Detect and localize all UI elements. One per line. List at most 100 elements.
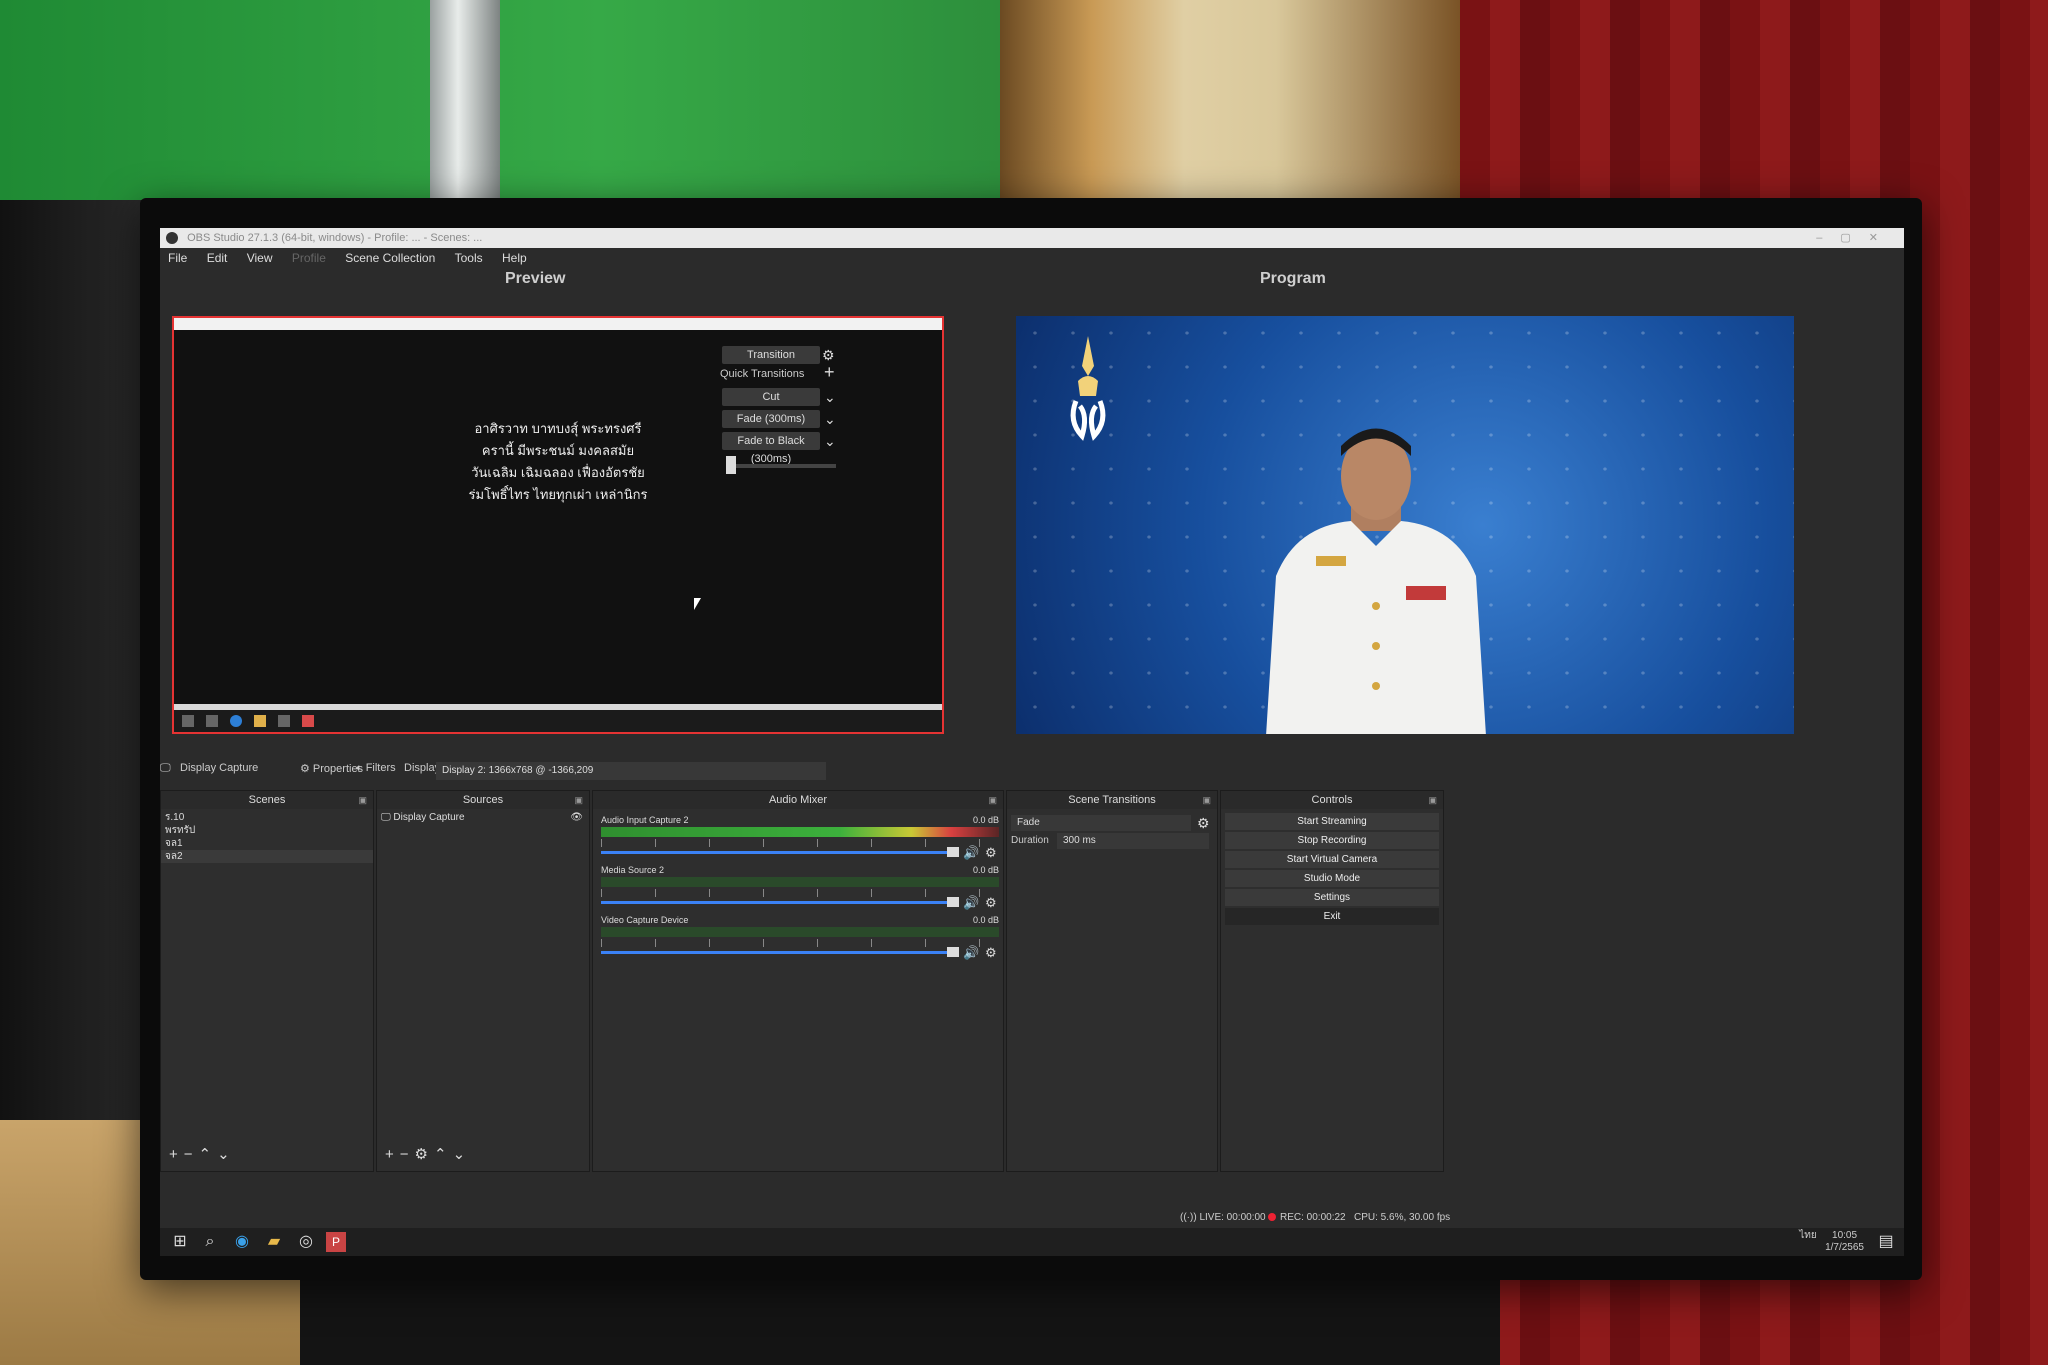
properties-button[interactable]: ⚙ Properties <box>300 762 363 775</box>
volume-handle[interactable] <box>947 897 959 907</box>
edge-browser-icon[interactable]: ◉ <box>232 1232 252 1252</box>
presentation-app-icon[interactable]: P <box>326 1232 346 1252</box>
tray-language[interactable]: ไทย <box>1799 1230 1816 1241</box>
remove-icon[interactable]: − <box>400 1146 415 1163</box>
volume-slider[interactable] <box>601 901 951 904</box>
menu-profile[interactable]: Profile <box>284 248 334 268</box>
add-icon[interactable]: + <box>385 1146 400 1163</box>
exit-button[interactable]: Exit <box>1225 908 1439 925</box>
gear-icon[interactable]: ⚙ <box>985 945 997 961</box>
speaker-icon[interactable]: 🔊 <box>963 945 979 961</box>
transition-button[interactable]: Transition <box>722 346 820 364</box>
meter-ticks <box>601 939 999 947</box>
menu-edit[interactable]: Edit <box>199 248 236 268</box>
undock-icon[interactable]: ▣ <box>1428 791 1437 809</box>
mixer-channel: Media Source 2 0.0 dB 🔊 ⚙ <box>601 865 999 915</box>
filters-label: Filters <box>365 762 396 774</box>
move-up-icon[interactable]: ⌃ <box>199 1146 218 1163</box>
remove-icon[interactable]: − <box>184 1146 199 1163</box>
quick-transition-fade[interactable]: Fade (300ms) <box>722 410 820 428</box>
windows-start-icon[interactable]: ⊞ <box>170 1232 190 1252</box>
menu-scene-collection[interactable]: Scene Collection <box>337 248 443 268</box>
source-item[interactable]: 🖵 Display Capture 👁 <box>377 811 589 824</box>
tbar-track[interactable] <box>726 464 836 468</box>
scenes-toolbar: +−⌃⌄ <box>169 1145 236 1163</box>
gear-icon[interactable]: ⚙ <box>1197 816 1211 830</box>
chevron-down-icon[interactable]: ⌄ <box>824 434 838 448</box>
menu-help[interactable]: Help <box>494 248 535 268</box>
start-virtual-camera-button[interactable]: Start Virtual Camera <box>1225 851 1439 868</box>
selected-source-name: Display Capture <box>180 762 259 774</box>
scenes-list: ร.10 พรทรัป จล1 จล2 <box>161 811 373 863</box>
speaker-icon[interactable]: 🔊 <box>963 845 979 861</box>
transition-gear-icon[interactable]: ⚙ <box>822 348 836 362</box>
chevron-down-icon[interactable]: ⌄ <box>824 390 838 404</box>
window-controls[interactable]: –▢✕ <box>1816 228 1896 248</box>
volume-handle[interactable] <box>947 947 959 957</box>
notification-icon[interactable]: ▤ <box>1876 1232 1896 1252</box>
scene-item[interactable]: จล1 <box>161 837 373 850</box>
sources-title: Sources ▣ <box>377 791 589 809</box>
controls-title: Controls ▣ <box>1221 791 1443 809</box>
program-output <box>1016 316 1794 734</box>
filters-button[interactable]: ◐ Filters <box>356 762 396 774</box>
level-meter <box>601 827 999 837</box>
sources-list: 🖵 Display Capture 👁 <box>377 811 589 824</box>
gear-icon[interactable]: ⚙ <box>985 895 997 911</box>
scene-item[interactable]: ร.10 <box>161 811 373 824</box>
duration-spinbox[interactable]: 300 ms <box>1057 833 1209 849</box>
quick-transition-cut[interactable]: Cut <box>722 388 820 406</box>
channel-name: Media Source 2 <box>601 865 665 875</box>
undock-icon[interactable]: ▣ <box>574 791 583 809</box>
obs-app-icon[interactable]: ◎ <box>296 1232 316 1252</box>
volume-handle[interactable] <box>947 847 959 857</box>
controls-title-text: Controls <box>1311 794 1353 806</box>
rec-status: REC: 00:00:22 <box>1268 1212 1346 1223</box>
undock-icon[interactable]: ▣ <box>1202 791 1211 809</box>
clock-time[interactable]: 10:05 <box>1832 1230 1857 1241</box>
rec-indicator-icon <box>1268 1213 1276 1222</box>
clock-date[interactable]: 1/7/2565 <box>1825 1242 1864 1253</box>
channel-name: Video Capture Device <box>601 915 689 925</box>
add-icon[interactable]: + <box>169 1146 184 1163</box>
display-select[interactable]: Display 2: 1366x768 @ -1366,209 <box>436 762 826 780</box>
speaker-icon[interactable]: 🔊 <box>963 895 979 911</box>
move-down-icon[interactable]: ⌄ <box>217 1146 236 1163</box>
add-quick-transition-icon[interactable]: + <box>824 363 838 381</box>
quick-transition-fade-black[interactable]: Fade to Black (300ms) <box>722 432 820 465</box>
obs-logo-icon <box>166 232 178 244</box>
gear-icon[interactable]: ⚙ <box>415 1146 434 1163</box>
start-streaming-button[interactable]: Start Streaming <box>1225 813 1439 830</box>
studio-mode-button[interactable]: Studio Mode <box>1225 870 1439 887</box>
search-icon[interactable]: ⌕ <box>200 1232 220 1252</box>
gear-icon[interactable]: ⚙ <box>985 845 997 861</box>
controls-dock: Controls ▣ Start Streaming Stop Recording… <box>1220 790 1444 1172</box>
stop-recording-button[interactable]: Stop Recording <box>1225 832 1439 849</box>
menu-file[interactable]: File <box>160 248 195 268</box>
captured-taskbar <box>174 704 942 732</box>
volume-slider[interactable] <box>601 851 951 854</box>
wood-panel <box>1000 0 1460 230</box>
menu-view[interactable]: View <box>239 248 281 268</box>
meter-ticks <box>601 839 999 847</box>
file-explorer-icon[interactable]: ▰ <box>264 1232 284 1252</box>
volume-slider[interactable] <box>601 951 951 954</box>
tbar-handle[interactable] <box>726 456 736 474</box>
scene-transitions-title: Scene Transitions ▣ <box>1007 791 1217 809</box>
move-down-icon[interactable]: ⌄ <box>453 1146 472 1163</box>
duration-label: Duration <box>1011 835 1049 846</box>
level-meter <box>601 927 999 937</box>
scene-item[interactable]: จล2 <box>161 850 373 863</box>
menu-tools[interactable]: Tools <box>447 248 491 268</box>
chevron-down-icon[interactable]: ⌄ <box>824 412 838 426</box>
eye-icon[interactable]: 👁 <box>570 811 583 824</box>
obs-window: OBS Studio 27.1.3 (64-bit, windows) - Pr… <box>160 228 1904 1256</box>
settings-button[interactable]: Settings <box>1225 889 1439 906</box>
undock-icon[interactable]: ▣ <box>988 791 997 809</box>
audio-mixer-title: Audio Mixer ▣ <box>593 791 1003 809</box>
transition-select[interactable]: Fade <box>1011 815 1191 831</box>
undock-icon[interactable]: ▣ <box>358 791 367 809</box>
scene-item[interactable]: พรทรัป <box>161 824 373 837</box>
preview-label: Preview <box>505 270 566 287</box>
move-up-icon[interactable]: ⌃ <box>434 1146 453 1163</box>
